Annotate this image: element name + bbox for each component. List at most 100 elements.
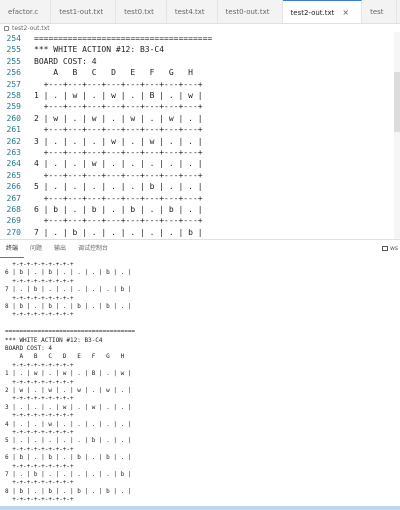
editor-line: 254 ===================================== xyxy=(0,33,400,44)
terminal-line: +-+-+-+-+-+-+-+-+ xyxy=(5,429,74,436)
line-number: 269 xyxy=(6,216,21,226)
tab-label: efactor.c xyxy=(8,8,39,16)
terminal-line: A B C D E F G H xyxy=(5,353,125,361)
status-strip xyxy=(0,506,400,510)
terminal-line: 2 | w | . | w | . | w | . | w | . | xyxy=(5,387,132,394)
terminal-instance-button[interactable]: ws xyxy=(381,240,400,258)
terminal-line: 7 | . | b | . | . | . | . | . | b | xyxy=(5,286,132,294)
line-number: 265 xyxy=(6,170,21,180)
line-number: 256 xyxy=(6,68,21,78)
editor-scrollbar-thumb[interactable] xyxy=(394,72,400,132)
editor-line: 262 3 | . | . | . | w | . | w | . | . | xyxy=(0,136,400,147)
tab-6[interactable]: test xyxy=(362,0,397,23)
tab-label: test4.txt xyxy=(174,8,205,16)
panel-tab-0[interactable]: 终端 xyxy=(0,240,25,258)
editor-line: 264 4 | . | . | w | . | . | . | . | . | xyxy=(0,158,400,169)
terminal-line: *** WHITE ACTION #12: B3-C4 xyxy=(5,336,103,344)
line-number: 270 xyxy=(6,227,21,237)
line-text: +---+---+---+---+---+---+---+---+ xyxy=(34,148,203,157)
terminal-output[interactable]: +-+-+-+-+-+-+-+-+ 6 | b | . | b | . | . |… xyxy=(0,259,400,510)
line-number: 263 xyxy=(6,148,21,157)
terminal-line: +-+-+-+-+-+-+-+-+ xyxy=(5,294,74,302)
editor-line: 255 *** WHITE ACTION #12: B3-C4 xyxy=(0,44,400,55)
terminal-line: +-+-+-+-+-+-+-+-+ xyxy=(5,311,74,319)
tab-bar: efactor.c test1-out.txt test0.txt test4.txt… xyxy=(0,0,400,24)
panel-tabs: 终端 问题 输出 调试控制台 xyxy=(0,240,400,258)
file-icon xyxy=(4,26,9,31)
tab-label: test0-out.txt xyxy=(225,8,270,16)
line-number: 261 xyxy=(6,125,21,135)
line-number: 260 xyxy=(6,113,21,123)
tab-2[interactable]: test0.txt xyxy=(116,0,167,23)
terminal-line: 4 | . | . | w | . | . | . | . | . | xyxy=(5,420,132,428)
editor-line: 265 +---+---+---+---+---+---+---+---+ xyxy=(0,170,400,181)
editor[interactable]: 254 =====================================… xyxy=(0,32,400,239)
editor-line: 270 7 | . | b | . | . | . | . | . | b | xyxy=(0,227,400,238)
terminal-line: 3 | . | . | . | w | . | w | . | . | xyxy=(5,403,132,411)
terminal-line: 6 | b | . | b | . | . | . | b | . | xyxy=(5,269,132,277)
line-number: 255 xyxy=(6,56,21,66)
tab-label: test0.txt xyxy=(124,8,154,16)
terminal-line: +-+-+-+-+-+-+-+-+ xyxy=(5,479,74,487)
tab-3[interactable]: test4.txt xyxy=(167,0,218,23)
editor-line: 261 +---+---+---+---+---+---+---+---+ xyxy=(0,124,400,135)
terminal-line: 1 | . | w | . | w | . | B | . | w | xyxy=(5,370,132,378)
line-text: 7 | . | b | . | . | . | . | . | b | xyxy=(34,227,203,237)
terminal-line: ==================================== xyxy=(5,328,136,336)
close-icon[interactable]: × xyxy=(342,1,349,23)
panel-tab-2[interactable]: 输出 xyxy=(48,240,72,258)
terminal-line: 7 | . | b | . | . | . | . | . | b | xyxy=(5,471,132,478)
line-text: +---+---+---+---+---+---+---+---+ xyxy=(34,193,203,203)
tab-label: test1-out.txt xyxy=(59,8,104,16)
editor-line: 256 A B C D E F G H xyxy=(0,67,400,78)
terminal-line: BOARD COST: 4 xyxy=(5,345,52,352)
terminal-line: 6 | b | . | b | . | b | . | b | . | xyxy=(5,454,132,462)
panel-tab-3[interactable]: 调试控制台 xyxy=(72,240,114,258)
line-number: 262 xyxy=(6,136,21,146)
tab-5[interactable]: test2-out.txt × xyxy=(282,0,363,23)
editor-scrollbar[interactable] xyxy=(394,32,400,239)
panel-tab-1[interactable]: 问题 xyxy=(24,240,48,258)
line-text: 3 | . | . | . | w | . | w | . | . | xyxy=(34,136,203,146)
line-number: 258 xyxy=(6,91,21,100)
editor-line: 258 1 | . | w | . | w | . | B | . | w | xyxy=(0,90,400,101)
terminal-line: +-+-+-+-+-+-+-+-+ xyxy=(5,361,74,369)
terminal-icon xyxy=(381,246,388,251)
line-text: +---+---+---+---+---+---+---+---+ xyxy=(34,216,203,226)
terminal-line: 8 | b | . | b | . | b | . | b | . | xyxy=(5,487,132,495)
editor-line: 257 +---+---+---+---+---+---+---+---+ xyxy=(0,79,400,90)
bottom-panel: 终端 问题 输出 调试控制台 ws +-+-+-+-+-+-+-+-+ 6 | b | … xyxy=(0,239,400,510)
tab-label: test2-out.txt xyxy=(290,9,335,17)
terminal-line: +-+-+-+-+-+-+-+-+ xyxy=(5,445,74,453)
editor-line: 268 6 | b | . | b | . | b | . | b | . | xyxy=(0,204,400,215)
terminal-line: +-+-+-+-+-+-+-+-+ xyxy=(5,496,74,504)
line-text: ===================================== xyxy=(34,34,213,43)
line-text: +---+---+---+---+---+---+---+---+ xyxy=(34,170,203,180)
line-text: BOARD COST: 4 xyxy=(34,56,97,66)
tab-4[interactable]: test0-out.txt xyxy=(218,0,283,23)
line-text: *** WHITE ACTION #12: B3-C4 xyxy=(34,45,165,55)
terminal-line: 8 | b | . | b | . | b | . | b | . | xyxy=(5,303,132,310)
terminal-line: +-+-+-+-+-+-+-+-+ xyxy=(5,462,74,470)
tab-label: test xyxy=(370,8,384,16)
line-text: 1 | . | w | . | w | . | B | . | w | xyxy=(34,91,203,100)
line-text: +---+---+---+---+---+---+---+---+ xyxy=(34,79,203,89)
line-text: +---+---+---+---+---+---+---+---+ xyxy=(34,125,203,135)
editor-line: 267 +---+---+---+---+---+---+---+---+ xyxy=(0,193,400,204)
terminal-line: +-+-+-+-+-+-+-+-+ xyxy=(5,378,74,386)
line-text: 4 | . | . | w | . | . | . | . | . | xyxy=(34,159,203,169)
editor-line: 266 5 | . | . | . | . | . | b | . | . | xyxy=(0,181,400,192)
line-number: 254 xyxy=(6,34,21,43)
line-number: 267 xyxy=(6,193,21,203)
tab-1[interactable]: test1-out.txt xyxy=(51,0,117,23)
terminal-line: +-+-+-+-+-+-+-+-+ xyxy=(5,277,74,285)
terminal-line: 5 | . | . | . | . | . | b | . | . | xyxy=(5,437,132,445)
line-number: 255 xyxy=(6,45,21,55)
line-number: 268 xyxy=(6,205,21,214)
line-number: 259 xyxy=(6,102,21,112)
line-text: +---+---+---+---+---+---+---+---+ xyxy=(34,102,203,112)
line-text: 2 | w | . | w | . | w | . | w | . | xyxy=(34,113,203,123)
tab-0[interactable]: efactor.c xyxy=(0,0,52,23)
line-text: 6 | b | . | b | . | b | . | b | . | xyxy=(34,205,203,214)
terminal-line: +-+-+-+-+-+-+-+-+ xyxy=(5,412,74,420)
